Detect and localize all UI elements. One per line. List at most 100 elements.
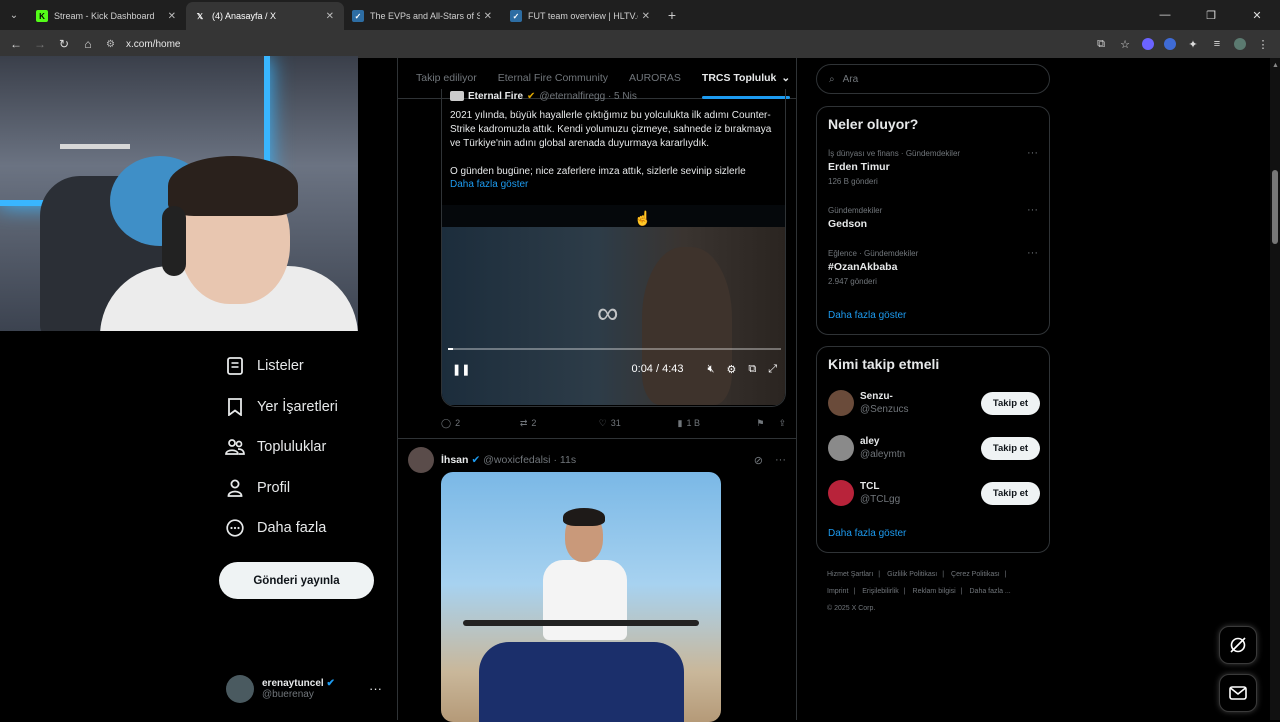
mute-icon[interactable]: 🔇︎ <box>708 363 715 376</box>
video-progress-bar[interactable] <box>448 348 781 350</box>
author-handle: @woxicfedalsi <box>483 454 551 466</box>
avatar[interactable] <box>408 447 434 473</box>
views-button[interactable]: ▮ 1 B <box>678 418 757 429</box>
trend-title: Erden Timur <box>828 161 890 173</box>
bookmark-icon <box>222 397 248 417</box>
page-scrollbar[interactable]: ▲ <box>1270 58 1280 720</box>
maximize-icon[interactable]: ❐ <box>1188 0 1234 30</box>
search-input[interactable]: ⌕ Ara <box>816 64 1050 94</box>
follow-suggestion[interactable]: Senzu- @Senzucs Takip et <box>828 386 1040 420</box>
extension-icon[interactable] <box>1142 38 1154 50</box>
avatar <box>450 91 464 101</box>
view-count: 1 B <box>686 418 700 428</box>
pip-icon[interactable]: ⧉ <box>748 363 756 376</box>
scroll-up-icon[interactable]: ▲ <box>1272 62 1279 69</box>
video-player[interactable]: ∞ ❚❚ 0:04 / 4:43 🔇︎ ⚙ ⧉ ⤢ <box>442 205 785 405</box>
account-switcher[interactable]: erenaytuncel ✔ @buerenay ··· <box>226 673 386 705</box>
bookmark-star-icon[interactable]: ☆ <box>1118 38 1132 51</box>
browser-tab-fut[interactable]: ✓ FUT team overview | HLTV.org ✕ <box>502 2 660 30</box>
browser-tab-x[interactable]: 𝕏 (4) Anasayfa / X ✕ <box>186 2 344 30</box>
bookmark-icon[interactable]: ⚑ <box>756 418 764 429</box>
footer-link-terms[interactable]: Hizmet Şartları <box>827 571 873 578</box>
follow-suggestion[interactable]: TCL @TCLgg Takip et <box>828 476 1040 510</box>
sidebar-item-bookmarks[interactable]: Yer İşaretleri <box>222 387 338 428</box>
close-icon[interactable]: ✕ <box>326 11 334 22</box>
more-circle-icon <box>222 518 248 538</box>
sidebar-item-more[interactable]: Daha fazla <box>222 508 338 549</box>
home-icon[interactable]: ⌂ <box>76 37 100 51</box>
more-icon[interactable]: ··· <box>1027 204 1038 216</box>
quoted-post[interactable]: Eternal Fire ✔ @eternalfiregg · 5 Nis 20… <box>441 89 786 407</box>
trends-show-more-link[interactable]: Daha fazla göster <box>828 310 906 321</box>
sidebar-item-profile[interactable]: Profil <box>222 468 338 509</box>
install-app-icon[interactable]: ⧉ <box>1094 38 1108 51</box>
account-handle: @buerenay <box>262 689 314 700</box>
more-icon[interactable]: ··· <box>775 454 786 467</box>
sidebar-item-communities[interactable]: Topluluklar <box>222 427 338 468</box>
grok-button[interactable] <box>1219 626 1257 664</box>
scrollbar-thumb[interactable] <box>1272 170 1278 244</box>
profile-avatar-icon[interactable] <box>1234 38 1246 50</box>
more-icon[interactable]: ··· <box>1027 247 1038 259</box>
reply-button[interactable]: ◯ 2 <box>441 418 520 429</box>
trend-title: #OzanAkbaba <box>828 261 898 273</box>
repost-button[interactable]: ⇄ 2 <box>520 418 599 429</box>
author-name[interactable]: İhsan <box>441 454 468 466</box>
address-bar[interactable]: ⚙ x.com/home <box>106 33 180 55</box>
pause-icon[interactable]: ❚❚ <box>452 363 470 376</box>
follow-button[interactable]: Takip et <box>981 436 1040 460</box>
close-icon[interactable]: ✕ <box>168 11 176 22</box>
post-button[interactable]: Gönderi yayınla <box>219 562 374 599</box>
trend-category: İş dünyası ve finans · Gündemdekiler <box>828 149 961 158</box>
menu-kebab-icon[interactable]: ⋮ <box>1256 38 1270 51</box>
footer-link-more[interactable]: Daha fazla ... <box>970 588 1011 595</box>
timeline: Takip ediliyor Eternal Fire Community AU… <box>397 58 797 722</box>
browser-tab-evps[interactable]: ✓ The EVPs and All-Stars of Starl... ✕ <box>344 2 502 30</box>
minimize-icon[interactable]: — <box>1142 0 1188 30</box>
follow-button[interactable]: Takip et <box>981 391 1040 415</box>
footer-link-privacy[interactable]: Gizlilik Politikası <box>887 571 937 578</box>
back-icon[interactable]: ← <box>4 37 28 51</box>
reply-count: 2 <box>455 418 461 428</box>
site-info-icon[interactable]: ⚙ <box>106 39 120 50</box>
follow-show-more-link[interactable]: Daha fazla göster <box>828 528 906 539</box>
browser-tab-kick[interactable]: K Stream - Kick Dashboard ✕ <box>28 2 186 30</box>
post-photo[interactable] <box>441 472 721 722</box>
media-icon[interactable]: ≡ <box>1210 38 1224 50</box>
follow-suggestion[interactable]: aley @aleymtn Takip et <box>828 431 1040 465</box>
reload-icon[interactable]: ↻ <box>52 37 76 51</box>
trend-item[interactable]: Gündemdekiler Gedson ··· <box>828 204 1040 230</box>
close-icon[interactable]: ✕ <box>642 11 650 22</box>
trend-item[interactable]: Eğlence · Gündemdekiler #OzanAkbaba 2.94… <box>828 247 1040 286</box>
share-icon[interactable]: ⇪ <box>778 418 786 429</box>
extension-icon[interactable] <box>1164 38 1176 50</box>
show-more-link[interactable]: Daha fazla göster <box>450 179 528 190</box>
heart-icon: ♡ <box>598 417 607 428</box>
suggestion-handle: @TCLgg <box>860 494 901 505</box>
suggestion-name: aley <box>860 436 880 447</box>
post-header: İhsan ✔ @woxicfedalsi · 11s ⊘ ··· <box>408 447 786 473</box>
footer-link-ads-info[interactable]: Reklam bilgisi <box>913 588 956 595</box>
extensions-puzzle-icon[interactable]: ✦ <box>1186 38 1200 51</box>
fullscreen-icon[interactable]: ⤢ <box>768 363 777 376</box>
forward-icon[interactable]: → <box>28 37 52 51</box>
close-icon[interactable]: ✕ <box>484 11 492 22</box>
like-button[interactable]: ♡ 31 <box>599 418 678 429</box>
more-icon[interactable]: ··· <box>1027 147 1038 159</box>
footer-link-imprint[interactable]: Imprint <box>827 588 848 595</box>
trend-category: Gündemdekiler <box>828 206 883 215</box>
footer-link-cookies[interactable]: Çerez Politikası <box>951 571 1000 578</box>
messages-button[interactable] <box>1219 674 1257 712</box>
settings-gear-icon[interactable]: ⚙ <box>726 363 736 376</box>
follow-button[interactable]: Takip et <box>981 481 1040 505</box>
author-handle: @eternalfiregg · 5 Nis <box>539 90 637 102</box>
tab-search-icon[interactable]: ⌄ <box>0 0 28 30</box>
more-icon[interactable]: ··· <box>369 681 382 696</box>
sidebar-item-lists[interactable]: Listeler <box>222 346 338 387</box>
footer-link-accessibility[interactable]: Erişilebilirlik <box>862 588 899 595</box>
trend-item[interactable]: İş dünyası ve finans · Gündemdekiler Erd… <box>828 147 1040 186</box>
grok-icon[interactable]: ⊘ <box>754 454 763 467</box>
new-tab-button[interactable]: + <box>660 7 684 23</box>
close-window-icon[interactable]: ✕ <box>1234 0 1280 30</box>
footer-separator: | <box>1004 571 1007 578</box>
